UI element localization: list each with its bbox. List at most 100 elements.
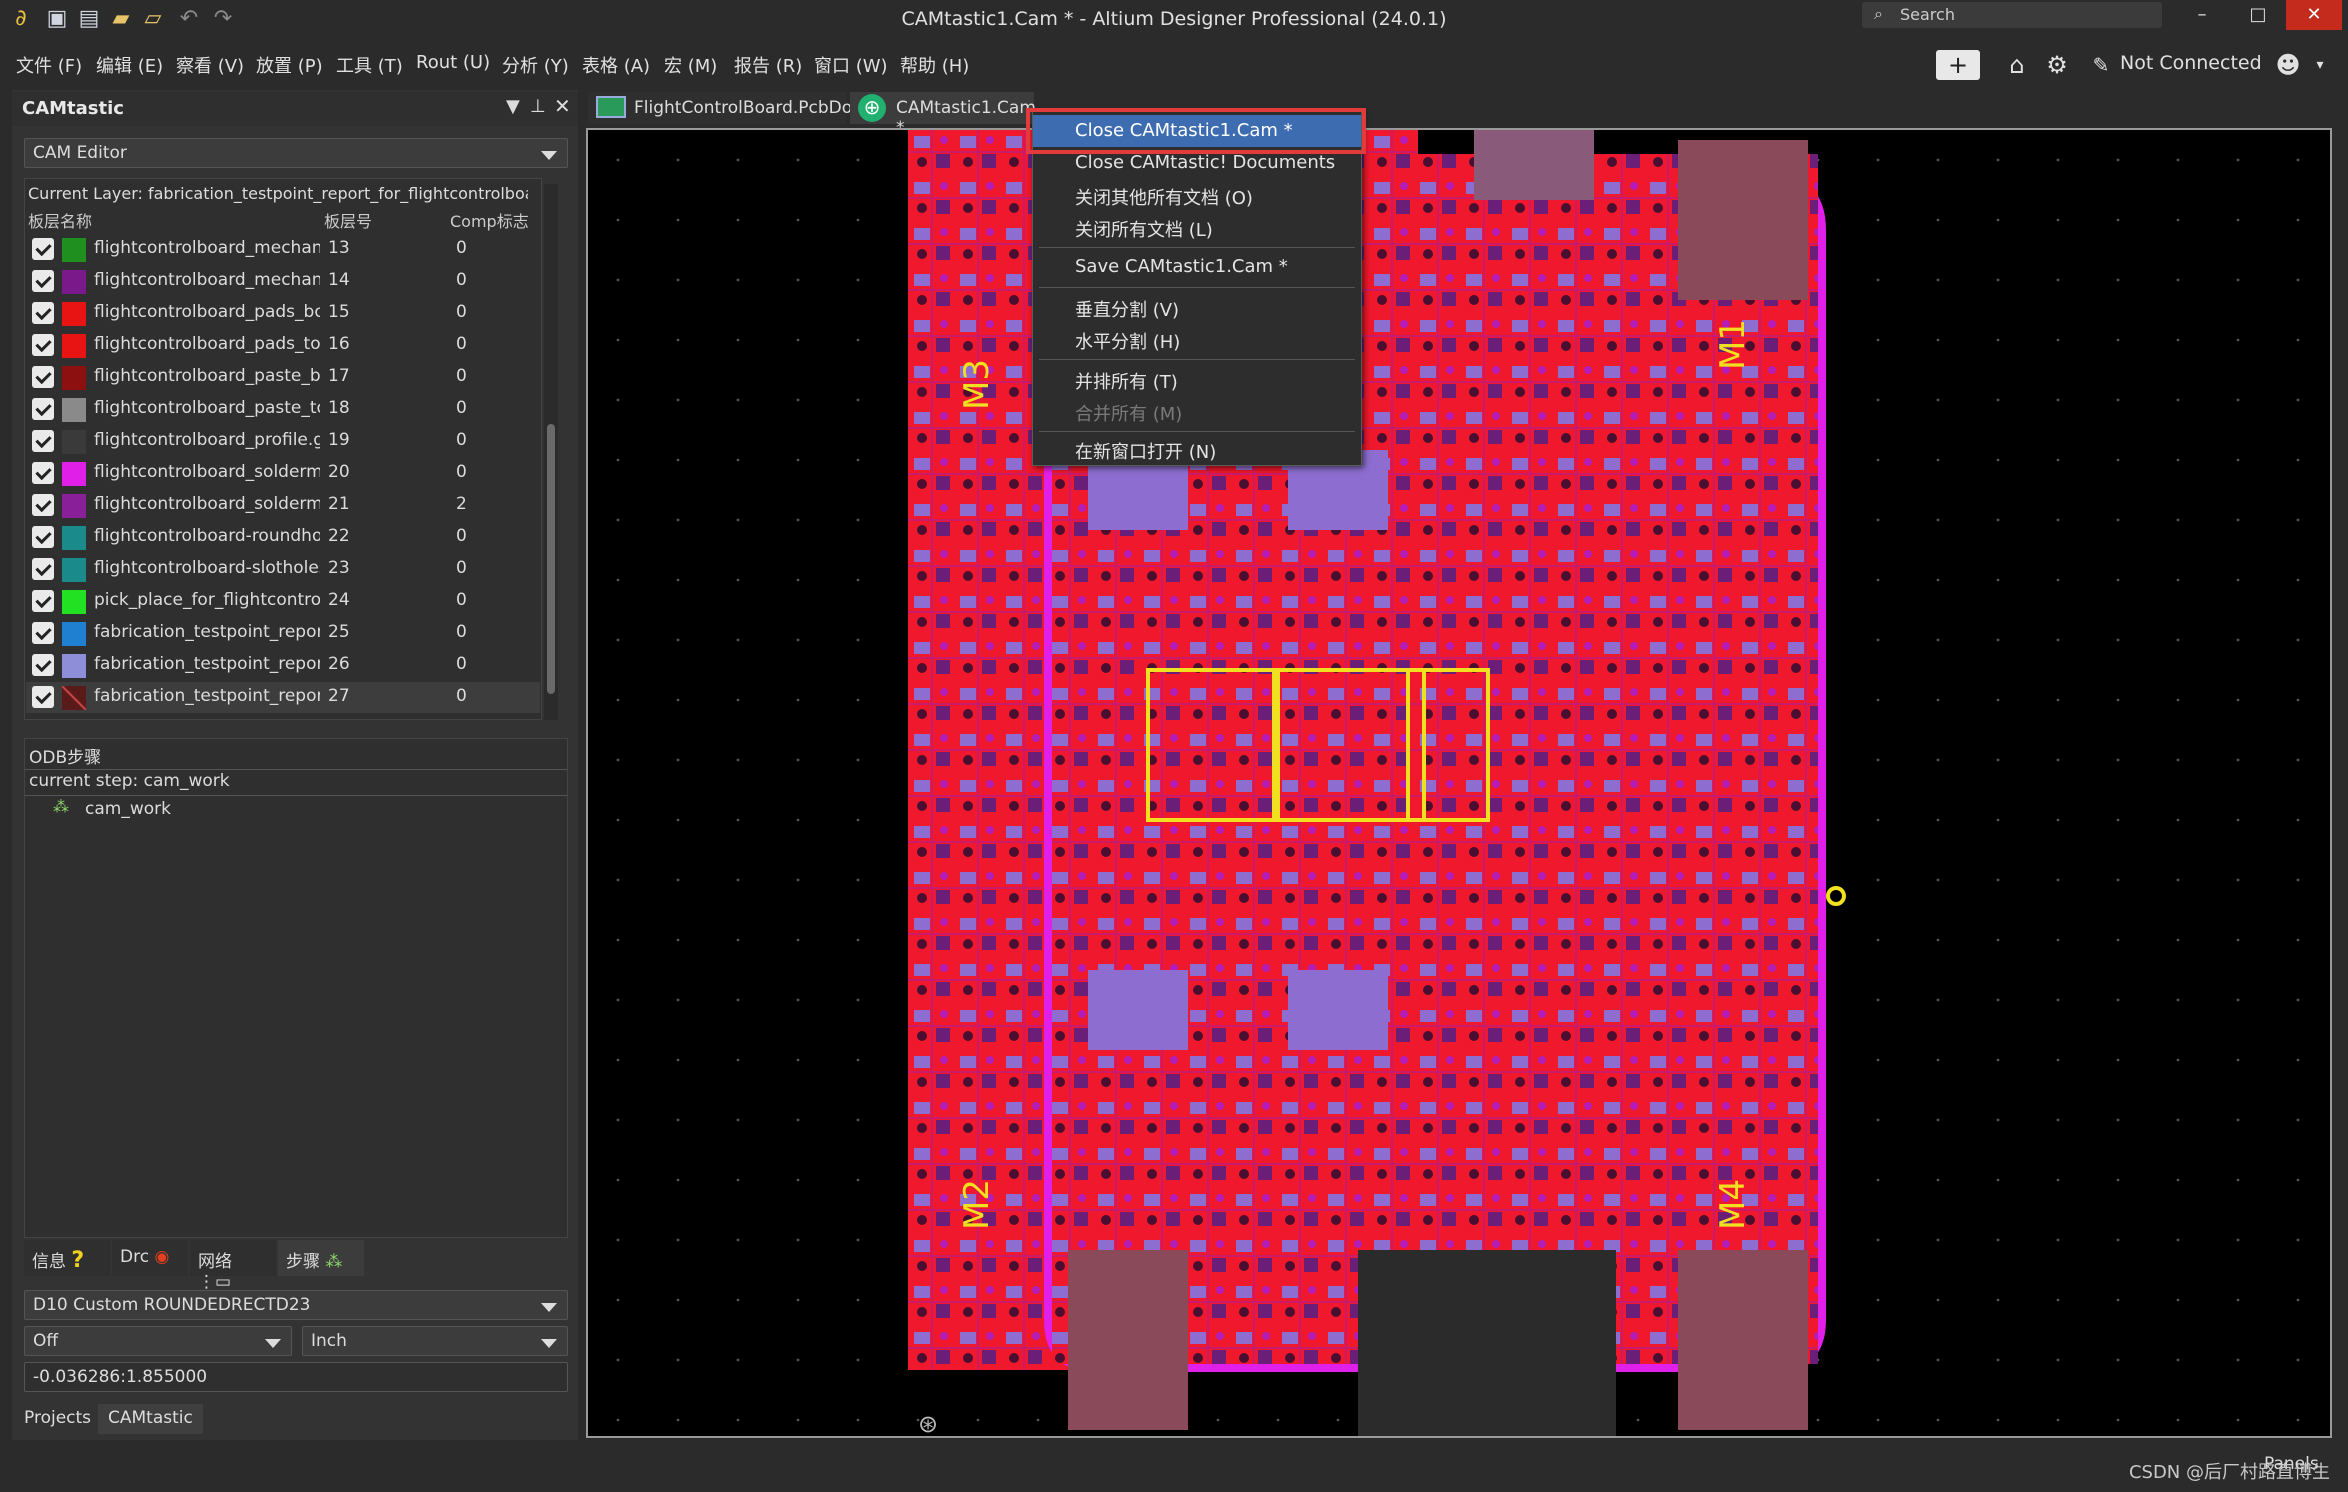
menu-save-cam[interactable]: Save CAMtastic1.Cam * (1033, 251, 1361, 283)
tab-drc[interactable]: Drc ◉ (112, 1240, 188, 1276)
user-menu-chevron-icon[interactable]: ▾ (2310, 50, 2330, 80)
menu-view[interactable]: 察看 (V) (176, 52, 244, 78)
pcb-view[interactable]: M1 M2 M3 M4 ⊛ (588, 130, 2332, 1438)
layer-color-swatch[interactable] (62, 462, 86, 486)
layer-row[interactable]: fabrication_testpoint_report_fc 26 0 (26, 650, 540, 681)
tab-info[interactable]: 信息 ? (24, 1240, 110, 1276)
open-folder-icon[interactable]: ▰ (108, 6, 134, 32)
layer-color-swatch[interactable] (62, 366, 86, 390)
col-layer-name[interactable]: 板层名称 (28, 208, 92, 232)
layer-row[interactable]: flightcontrolboard_soldermask 21 2 (26, 490, 540, 521)
gear-icon[interactable]: ⚙ (2040, 50, 2074, 80)
layer-row[interactable]: flightcontrolboard_mechanica 14 0 (26, 266, 540, 297)
layer-color-swatch[interactable] (62, 622, 86, 646)
save-all-icon[interactable]: ▤ (76, 6, 102, 32)
menu-route[interactable]: Rout (U) (416, 52, 490, 73)
aperture-combo[interactable]: D10 Custom ROUNDEDRECTD23 (24, 1290, 568, 1320)
menu-tables[interactable]: 表格 (A) (582, 52, 650, 78)
panel-close-icon[interactable]: ✕ (554, 94, 571, 118)
layer-row[interactable]: flightcontrolboard-slotholes.tx 23 0 (26, 554, 540, 585)
pin-icon[interactable]: ⊥ (530, 96, 546, 117)
col-layer-number[interactable]: 板层号 (324, 208, 372, 232)
cam-canvas[interactable]: M1 M2 M3 M4 ⊛ (586, 128, 2332, 1438)
snap-combo[interactable]: Off (24, 1326, 292, 1356)
step-item[interactable]: cam_work (85, 799, 171, 819)
close-icon[interactable]: ✕ (2286, 0, 2342, 30)
tab-projects[interactable]: Projects (14, 1404, 102, 1434)
layer-color-swatch[interactable] (62, 334, 86, 358)
layer-visible-checkbox[interactable] (32, 334, 54, 356)
layer-color-swatch[interactable] (62, 494, 86, 518)
layer-visible-checkbox[interactable] (32, 526, 54, 548)
layer-color-swatch[interactable] (62, 270, 86, 294)
layer-color-swatch[interactable] (62, 238, 86, 262)
menu-split-vertical[interactable]: 垂直分割 (V) (1033, 291, 1361, 323)
layer-visible-checkbox[interactable] (32, 302, 54, 324)
menu-split-horizontal[interactable]: 水平分割 (H) (1033, 323, 1361, 355)
layer-row[interactable]: fabrication_testpoint_report_fc 27 0 (26, 682, 540, 713)
add-comment-icon[interactable]: + (1936, 50, 1980, 80)
layer-row[interactable]: flightcontrolboard_pads_bot.g 15 0 (26, 298, 540, 329)
undo-icon[interactable]: ↶ (176, 6, 202, 32)
menu-open-new-window[interactable]: 在新窗口打开 (N) (1033, 433, 1361, 465)
search-input[interactable]: ⌕ Search (1862, 2, 2162, 28)
layer-visible-checkbox[interactable] (32, 494, 54, 516)
doc-tab-pcb[interactable]: FlightControlBoard.PcbDoc (588, 92, 862, 124)
layer-visible-checkbox[interactable] (32, 686, 54, 708)
tab-camtastic[interactable]: CAMtastic (98, 1404, 203, 1434)
layer-row[interactable]: flightcontrolboard_mechanica 13 0 (26, 234, 540, 265)
menu-macro[interactable]: 宏 (M) (664, 52, 717, 78)
layer-color-swatch[interactable] (62, 558, 86, 582)
tab-net[interactable]: 网络 ⋮▭ (190, 1240, 276, 1292)
redo-icon[interactable]: ↷ (210, 6, 236, 32)
units-combo[interactable]: Inch (302, 1326, 568, 1356)
open-project-icon[interactable]: ▱ (140, 6, 166, 32)
menu-close-all[interactable]: 关闭所有文档 (L) (1033, 211, 1361, 243)
layer-color-swatch[interactable] (62, 526, 86, 550)
layer-row[interactable]: flightcontrolboard_profile.gbr 19 0 (26, 426, 540, 457)
coordinates-field[interactable]: -0.036286:1.855000 (24, 1362, 568, 1392)
layer-visible-checkbox[interactable] (32, 270, 54, 292)
layer-color-swatch[interactable] (62, 590, 86, 614)
menu-help[interactable]: 帮助 (H) (900, 52, 969, 78)
menu-file[interactable]: 文件 (F) (16, 52, 82, 78)
layer-row[interactable]: pick_place_for_flightcontrolbo 24 0 (26, 586, 540, 617)
layer-visible-checkbox[interactable] (32, 398, 54, 420)
menu-analyze[interactable]: 分析 (Y) (502, 52, 569, 78)
menu-reports[interactable]: 报告 (R) (734, 52, 802, 78)
layer-visible-checkbox[interactable] (32, 654, 54, 676)
panel-menu-icon[interactable]: ▼ (506, 96, 520, 117)
save-icon[interactable]: ▣ (44, 6, 70, 32)
layer-color-swatch[interactable] (62, 430, 86, 454)
layer-visible-checkbox[interactable] (32, 622, 54, 644)
layer-row[interactable]: flightcontrolboard_paste_top.(18 0 (26, 394, 540, 425)
layer-scrollbar[interactable] (544, 184, 558, 720)
col-comp-flag[interactable]: Comp标志 (450, 208, 529, 232)
layer-visible-checkbox[interactable] (32, 558, 54, 580)
menu-tile-all[interactable]: 并排所有 (T) (1033, 363, 1361, 395)
tab-steps[interactable]: 步骤 ⁂ (278, 1240, 364, 1276)
layer-row[interactable]: flightcontrolboard_pads_top.g 16 0 (26, 330, 540, 361)
layer-color-swatch[interactable] (62, 654, 86, 678)
layer-row[interactable]: fabrication_testpoint_report_fc 25 0 (26, 618, 540, 649)
layer-visible-checkbox[interactable] (32, 366, 54, 388)
menu-window[interactable]: 窗口 (W) (814, 52, 888, 78)
layer-row[interactable]: flightcontrolboard_soldermask 20 0 (26, 458, 540, 489)
layer-visible-checkbox[interactable] (32, 238, 54, 260)
home-icon[interactable]: ⌂ (2000, 50, 2034, 80)
layer-visible-checkbox[interactable] (32, 430, 54, 452)
connection-status[interactable]: Not Connected (2120, 52, 2262, 74)
layer-color-swatch[interactable] (62, 398, 86, 422)
scrollbar-thumb[interactable] (547, 424, 555, 694)
menu-tools[interactable]: 工具 (T) (336, 52, 403, 78)
menu-close-others[interactable]: 关闭其他所有文档 (O) (1033, 179, 1361, 211)
layer-color-swatch[interactable] (62, 302, 86, 326)
doc-tab-cam[interactable]: ⊕ CAMtastic1.Cam * (850, 92, 1036, 138)
layer-visible-checkbox[interactable] (32, 462, 54, 484)
menu-edit[interactable]: 编辑 (E) (96, 52, 163, 78)
editor-combo[interactable]: CAM Editor (24, 138, 568, 168)
minimize-icon[interactable]: – (2174, 0, 2230, 30)
layer-row[interactable]: flightcontrolboard-roundholes 22 0 (26, 522, 540, 553)
maximize-icon[interactable]: □ (2230, 0, 2286, 30)
menu-place[interactable]: 放置 (P) (256, 52, 323, 78)
